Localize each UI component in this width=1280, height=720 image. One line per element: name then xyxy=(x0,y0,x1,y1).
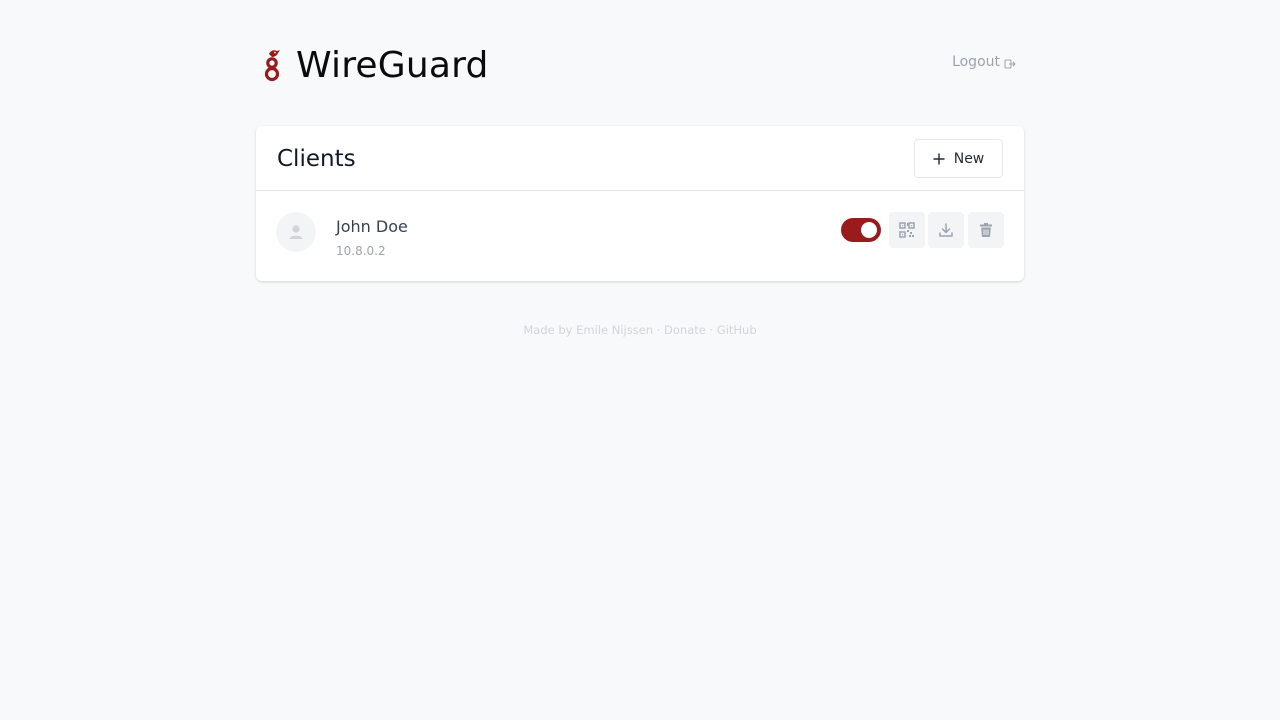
main-container: WireGuard Logout Clients New John Doe 10… xyxy=(256,0,1024,337)
download-config-button[interactable] xyxy=(928,212,964,248)
logout-link[interactable]: Logout xyxy=(952,53,1016,71)
clients-card: Clients New John Doe 10.8.0.2 xyxy=(256,126,1024,281)
author-link[interactable]: Emile Nijssen xyxy=(576,323,653,337)
qrcode-icon xyxy=(899,222,915,238)
footer-separator: · xyxy=(656,323,661,337)
new-client-button[interactable]: New xyxy=(914,139,1003,178)
footer-made-by: Made by xyxy=(523,323,573,337)
download-icon xyxy=(939,223,953,237)
avatar xyxy=(276,212,316,252)
client-row: John Doe 10.8.0.2 xyxy=(256,191,1024,281)
trash-icon xyxy=(980,223,992,237)
plus-icon xyxy=(933,152,945,165)
header: WireGuard Logout xyxy=(256,0,1024,126)
show-qr-button[interactable] xyxy=(889,212,925,248)
footer: Made by Emile Nijssen · Donate · GitHub xyxy=(256,322,1024,338)
clients-title: Clients xyxy=(277,146,356,172)
footer-separator: · xyxy=(709,323,714,337)
wireguard-logo-icon xyxy=(264,50,280,82)
app-title: WireGuard xyxy=(296,45,489,86)
github-link[interactable]: GitHub xyxy=(717,323,757,337)
new-button-label: New xyxy=(953,150,985,167)
client-name[interactable]: John Doe xyxy=(336,217,408,237)
delete-client-button[interactable] xyxy=(968,212,1004,248)
clients-card-header: Clients New xyxy=(256,126,1024,191)
user-icon xyxy=(289,225,303,239)
logout-label: Logout xyxy=(952,54,1000,70)
client-enabled-toggle[interactable] xyxy=(841,218,881,242)
donate-link[interactable]: Donate xyxy=(664,323,706,337)
client-address[interactable]: 10.8.0.2 xyxy=(336,243,386,259)
logout-icon xyxy=(1004,59,1016,68)
toggle-knob xyxy=(861,222,877,238)
